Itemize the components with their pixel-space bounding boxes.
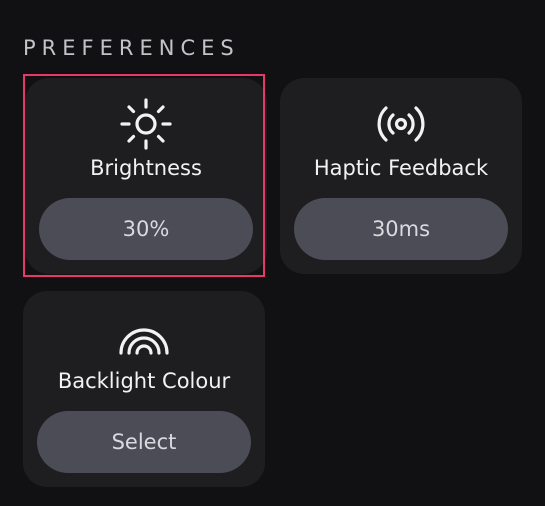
backlight-colour-card[interactable]: Backlight Colour Select	[23, 291, 265, 487]
sun-icon	[118, 96, 174, 152]
haptic-feedback-label: Haptic Feedback	[313, 156, 489, 180]
rainbow-icon	[116, 309, 172, 365]
brightness-label: Brightness	[90, 156, 202, 180]
section-title: PREFERENCES	[23, 36, 240, 60]
haptic-feedback-card[interactable]: Haptic Feedback 30ms	[280, 78, 522, 274]
backlight-colour-select-button[interactable]: Select	[37, 411, 251, 473]
preferences-screen: PREFERENCES Brightness 30% Haptic Feedba…	[0, 0, 545, 506]
haptic-feedback-value-button[interactable]: 30ms	[294, 198, 508, 260]
backlight-colour-label: Backlight Colour	[57, 369, 231, 393]
brightness-value-button[interactable]: 30%	[39, 198, 253, 260]
vibration-icon	[373, 96, 429, 152]
brightness-card[interactable]: Brightness 30%	[25, 78, 267, 274]
